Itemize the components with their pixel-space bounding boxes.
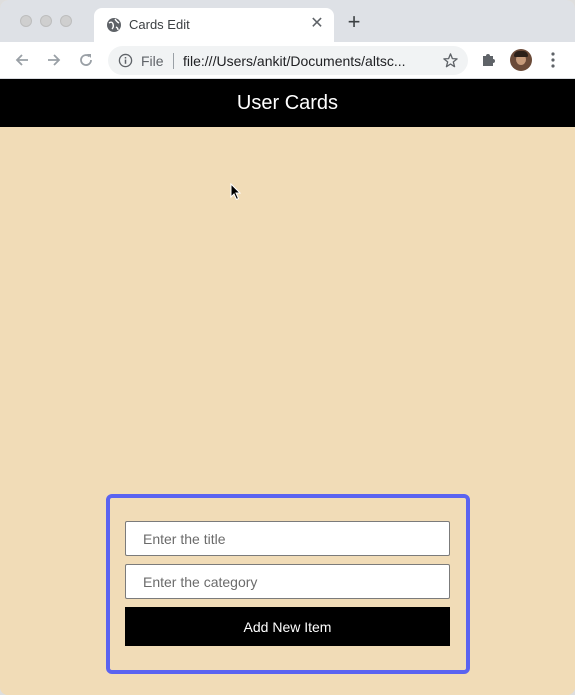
reload-icon[interactable] <box>76 50 96 70</box>
scheme-label: File <box>141 53 164 69</box>
mouse-cursor-icon <box>230 183 242 201</box>
app-header: User Cards <box>0 79 575 127</box>
omnibox-divider <box>173 53 174 69</box>
page-viewport: User Cards Add New Item <box>0 79 575 695</box>
title-input[interactable] <box>125 521 450 556</box>
zoom-window-button[interactable] <box>60 15 72 27</box>
arrow-left-icon[interactable] <box>12 50 32 70</box>
info-icon[interactable] <box>118 53 133 68</box>
url-text[interactable]: file:///Users/ankit/Documents/altsc... <box>183 53 423 69</box>
tab-title: Cards Edit <box>129 17 190 32</box>
new-tab-button[interactable]: + <box>344 11 364 33</box>
tab-cards-edit[interactable]: Cards Edit ✕ <box>94 8 334 42</box>
close-tab-icon[interactable]: ✕ <box>308 15 326 33</box>
address-bar[interactable]: File file:///Users/ankit/Documents/altsc… <box>108 46 468 75</box>
page-title: User Cards <box>236 92 339 114</box>
tab-strip: Cards Edit ✕ + <box>0 0 575 42</box>
close-window-button[interactable] <box>20 15 32 27</box>
star-icon[interactable] <box>442 52 459 69</box>
category-input[interactable] <box>125 564 450 599</box>
profile-avatar[interactable] <box>510 49 532 71</box>
browser-window: Cards Edit ✕ + File file:///Users/ankit/… <box>0 0 575 695</box>
add-item-form: Add New Item <box>106 494 470 674</box>
arrow-right-icon[interactable] <box>44 50 64 70</box>
puzzle-icon[interactable] <box>480 51 498 69</box>
add-new-item-button[interactable]: Add New Item <box>125 607 450 646</box>
browser-toolbar: File file:///Users/ankit/Documents/altsc… <box>0 42 575 79</box>
kebab-menu-icon[interactable] <box>546 51 560 69</box>
globe-icon <box>107 18 121 32</box>
minimize-window-button[interactable] <box>40 15 52 27</box>
